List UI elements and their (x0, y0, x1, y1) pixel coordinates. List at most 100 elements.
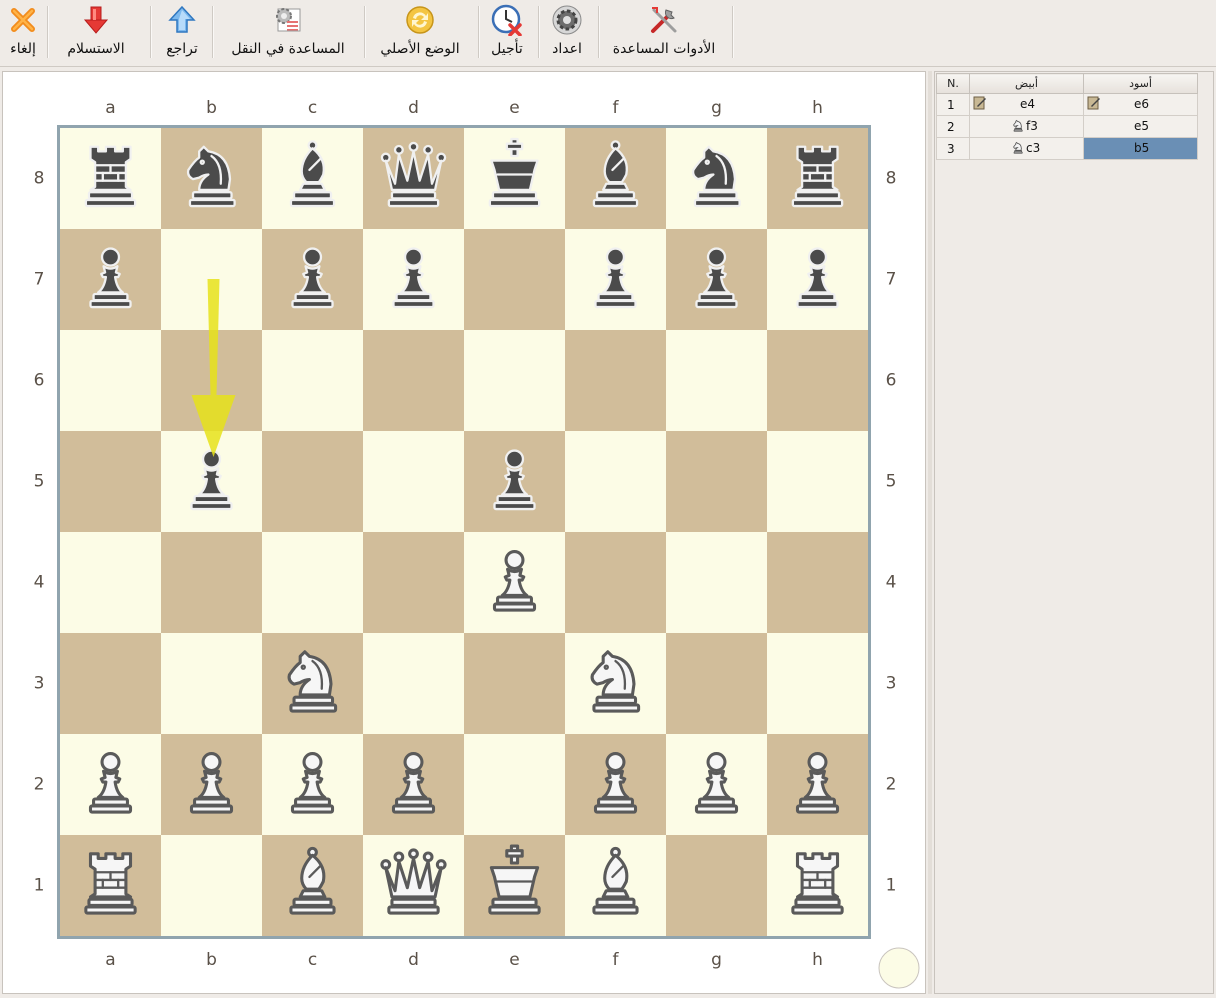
square-d4[interactable] (363, 532, 464, 633)
white-move-cell[interactable]: c3 (969, 137, 1084, 160)
square-g1[interactable] (666, 835, 767, 936)
square-h5[interactable] (767, 431, 868, 532)
note-icon (1087, 96, 1100, 110)
adjourn-button[interactable]: تأجيل (486, 4, 528, 62)
cancel-x-icon (11, 8, 35, 32)
square-b1[interactable] (161, 835, 262, 936)
white-move-text: c3 (1026, 141, 1041, 155)
black-move-cell[interactable]: e6 (1083, 93, 1198, 116)
file-label-top-c: c (308, 98, 317, 118)
rank-label-right-3: 3 (886, 674, 897, 694)
square-e2[interactable] (464, 734, 565, 835)
resign-button[interactable]: الاستسلام (56, 4, 136, 62)
rank-label-left-5: 5 (34, 472, 45, 492)
reset-position-label: الوضع الأصلي (380, 41, 460, 57)
toolbar: إلغاء الاستسلام تراجع المساعدة في النقل (0, 0, 1216, 67)
square-f6[interactable] (565, 330, 666, 431)
black-move-cell-selected[interactable]: b5 (1083, 137, 1198, 160)
square-b4[interactable] (161, 532, 262, 633)
square-f5[interactable] (565, 431, 666, 532)
notation-panel: N. أبيض أسود 1 e4 e6 2 f3 e5 3 c3 b5 (934, 71, 1214, 994)
file-label-top-d: d (408, 98, 419, 118)
move-number: 3 (936, 137, 970, 160)
toolbar-separator (150, 6, 152, 58)
toolbar-separator (478, 6, 480, 58)
move-help-button[interactable]: المساعدة في النقل (222, 4, 354, 62)
square-f4[interactable] (565, 532, 666, 633)
square-d6[interactable] (363, 330, 464, 431)
toolbar-separator (47, 6, 49, 58)
adjourn-label: تأجيل (491, 41, 523, 57)
file-label-top-b: b (206, 98, 217, 118)
square-d5[interactable] (363, 431, 464, 532)
settings-button[interactable]: اعداد (546, 4, 588, 62)
reset-position-button[interactable]: الوضع الأصلي (372, 4, 468, 62)
file-label-bottom-h: h (812, 950, 823, 970)
settings-gear-icon (552, 5, 582, 35)
rank-label-right-2: 2 (886, 775, 897, 795)
file-label-bottom-d: d (408, 950, 419, 970)
square-g5[interactable] (666, 431, 767, 532)
panel-splitter[interactable] (928, 71, 932, 994)
black-move-text: e5 (1134, 119, 1150, 133)
square-a5[interactable] (60, 431, 161, 532)
undo-arrow-up-icon (168, 5, 196, 33)
header-white[interactable]: أبيض (969, 73, 1084, 94)
square-d3[interactable] (363, 633, 464, 734)
file-label-bottom-e: e (509, 950, 519, 970)
cancel-label: إلغاء (10, 41, 36, 57)
white-move-text: e4 (1020, 97, 1036, 111)
square-h3[interactable] (767, 633, 868, 734)
square-c4[interactable] (262, 532, 363, 633)
tools-icon (651, 7, 677, 33)
white-move-text: f3 (1026, 119, 1038, 133)
file-label-top-g: g (711, 98, 722, 118)
black-move-text: b5 (1134, 141, 1150, 155)
square-e7[interactable] (464, 229, 565, 330)
square-h6[interactable] (767, 330, 868, 431)
knight-icon (1013, 120, 1023, 132)
rank-label-left-1: 1 (34, 876, 45, 896)
rank-label-left-3: 3 (34, 674, 45, 694)
tools-button[interactable]: الأدوات المساعدة (606, 4, 722, 62)
toolbar-separator (364, 6, 366, 58)
adjourn-clock-icon (491, 4, 522, 36)
toolbar-separator (598, 6, 600, 58)
rank-label-right-4: 4 (886, 573, 897, 593)
square-e3[interactable] (464, 633, 565, 734)
square-a6[interactable] (60, 330, 161, 431)
header-number[interactable]: N. (936, 73, 970, 94)
square-g6[interactable] (666, 330, 767, 431)
black-move-text: e6 (1134, 97, 1150, 111)
chess-board[interactable]: a a b b c c d d e e f f g g h h 8 8 7 7 6 6 5 5 4 4 3 3 2 2 1 1 (3, 72, 925, 993)
move-help-label: المساعدة في النقل (231, 41, 345, 57)
square-c5[interactable] (262, 431, 363, 532)
board-panel: a a b b c c d d e e f f g g h h 8 8 7 7 6 6 5 5 4 4 3 3 2 2 1 1 (2, 71, 926, 994)
note-icon (973, 96, 986, 110)
square-c6[interactable] (262, 330, 363, 431)
square-e6[interactable] (464, 330, 565, 431)
square-a4[interactable] (60, 532, 161, 633)
file-label-top-a: a (105, 98, 115, 118)
square-g4[interactable] (666, 532, 767, 633)
undo-button[interactable]: تراجع (160, 4, 204, 62)
square-g3[interactable] (666, 633, 767, 734)
move-row: 2 f3 e5 (936, 115, 1198, 138)
rank-label-right-1: 1 (886, 876, 897, 896)
black-move-cell[interactable]: e5 (1083, 115, 1198, 138)
square-a3[interactable] (60, 633, 161, 734)
square-b3[interactable] (161, 633, 262, 734)
white-move-cell[interactable]: f3 (969, 115, 1084, 138)
rank-label-left-2: 2 (34, 775, 45, 795)
move-row: 1 e4 e6 (936, 93, 1198, 116)
white-move-cell[interactable]: e4 (969, 93, 1084, 116)
moves-header-row: N. أبيض أسود (936, 73, 1198, 94)
undo-label: تراجع (166, 41, 198, 57)
cancel-button[interactable]: إلغاء (2, 4, 44, 62)
file-label-bottom-b: b (206, 950, 217, 970)
file-label-bottom-a: a (105, 950, 115, 970)
file-label-bottom-c: c (308, 950, 317, 970)
square-h4[interactable] (767, 532, 868, 633)
header-black[interactable]: أسود (1083, 73, 1198, 94)
file-label-top-h: h (812, 98, 823, 118)
